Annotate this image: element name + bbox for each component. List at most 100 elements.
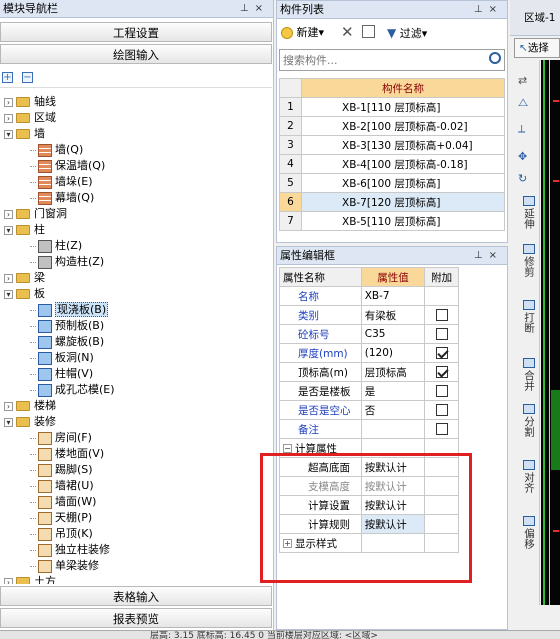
tree-item[interactable]: 单梁装修 — [30, 558, 99, 574]
property-row[interactable]: 是否是空心否 — [279, 400, 459, 420]
tree-item[interactable]: 成孔芯模(E) — [30, 382, 115, 398]
collapse-all-icon[interactable]: − — [22, 72, 33, 83]
tree-item[interactable]: 幕墙(Q) — [30, 190, 94, 206]
collapse-toggle-icon[interactable]: ▾ — [4, 225, 13, 235]
attach-checkbox[interactable] — [435, 347, 448, 359]
tree-item[interactable]: 柱(Z) — [30, 238, 82, 254]
property-row[interactable]: 名称 XB-7 — [279, 286, 459, 306]
tree-item[interactable]: 天棚(P) — [30, 510, 92, 526]
tree-folder[interactable]: › 轴线 — [4, 94, 56, 110]
tree-item[interactable]: 构造柱(Z) — [30, 254, 104, 270]
table-input-button[interactable]: 表格输入 — [0, 586, 272, 606]
attach-checkbox[interactable] — [435, 309, 448, 321]
drawing-canvas[interactable] — [541, 60, 560, 605]
collapse-toggle-icon[interactable]: ▾ — [4, 289, 13, 299]
component-row[interactable]: 3 XB-3[130 层顶标高+0.04] — [279, 135, 505, 155]
tree-item[interactable]: 楼地面(V) — [30, 446, 104, 462]
expand-toggle-icon[interactable]: › — [4, 209, 13, 219]
mirror-axis-icon[interactable]: ⧍ — [518, 96, 528, 110]
tree-folder[interactable]: › 梁 — [4, 270, 45, 286]
edit-tool-button[interactable]: 对齐 — [518, 460, 540, 493]
property-value[interactable]: 层顶标高 — [360, 362, 426, 382]
mirror-vertical-icon[interactable]: ⟂ — [518, 122, 525, 136]
expand-toggle-icon[interactable]: › — [4, 401, 13, 411]
tree-folder[interactable]: ▾ 墙 — [4, 126, 45, 142]
expand-all-icon[interactable]: + — [2, 72, 13, 83]
delete-icon[interactable]: ✕ — [341, 23, 354, 41]
expand-toggle-icon[interactable]: › — [4, 113, 13, 123]
project-settings-button[interactable]: 工程设置 — [0, 22, 272, 42]
report-preview-button[interactable]: 报表预览 — [0, 608, 272, 628]
search-icon[interactable] — [489, 52, 501, 64]
property-row[interactable]: 砼标号 C35 — [279, 324, 459, 344]
property-value[interactable] — [360, 419, 426, 439]
edit-tool-button[interactable]: 分割 — [518, 404, 540, 437]
tree-folder[interactable]: ▾ 装修 — [4, 414, 56, 430]
tree-folder[interactable]: ▾ 柱 — [4, 222, 45, 238]
tree-item[interactable]: 柱帽(V) — [30, 366, 93, 382]
edit-tool-button[interactable]: 偏移 — [518, 516, 540, 549]
property-value[interactable]: 否 — [360, 400, 426, 420]
collapse-toggle-icon[interactable]: ▾ — [4, 129, 13, 139]
edit-tool-button[interactable]: 延伸 — [518, 196, 540, 229]
collapse-toggle-icon[interactable]: − — [283, 444, 292, 453]
property-value[interactable]: C35 — [360, 324, 426, 344]
new-component-button[interactable]: 新建▾ — [281, 25, 324, 41]
component-row[interactable]: 2 XB-2[100 层顶标高-0.02] — [279, 116, 505, 136]
property-row[interactable]: 类别 有梁板 — [279, 305, 459, 325]
panel-pin-close-icons[interactable]: ⊥× — [474, 1, 503, 19]
tree-item[interactable]: 预制板(B) — [30, 318, 104, 334]
tree-item[interactable]: 墙裙(U) — [30, 478, 94, 494]
property-value[interactable]: XB-7 — [360, 286, 426, 306]
tree-item[interactable]: 独立柱装修 — [30, 542, 110, 558]
move-icon[interactable]: ✥ — [518, 150, 527, 163]
component-row[interactable]: 6 XB-7[120 层顶标高] — [279, 192, 505, 212]
property-row[interactable]: 顶标高(m) 层顶标高 — [279, 362, 459, 382]
attach-checkbox[interactable] — [435, 385, 448, 397]
collapse-toggle-icon[interactable]: ▾ — [4, 417, 13, 427]
attach-checkbox[interactable] — [435, 423, 448, 435]
mirror-icon[interactable]: ⇄ — [518, 74, 527, 87]
filter-button[interactable]: ▼ 过滤▾ — [387, 25, 427, 41]
drawing-input-button[interactable]: 绘图输入 — [0, 44, 272, 64]
select-button[interactable]: ↖选择 — [514, 38, 560, 58]
panel-pin-close-icons[interactable]: ⊥× — [474, 247, 503, 265]
component-search-input[interactable] — [280, 50, 480, 70]
attach-checkbox[interactable] — [435, 366, 448, 378]
property-value[interactable]: (120) — [360, 343, 426, 363]
tree-item[interactable]: 保温墙(Q) — [30, 158, 105, 174]
rotate-icon[interactable]: ↻ — [518, 172, 527, 185]
edit-tool-button[interactable]: 合并 — [518, 358, 540, 391]
expand-toggle-icon[interactable]: › — [4, 577, 13, 584]
property-value[interactable]: 是 — [360, 381, 426, 401]
edit-tool-button[interactable]: 打断 — [518, 300, 540, 333]
component-row[interactable]: 5 XB-6[100 层顶标高] — [279, 173, 505, 193]
tree-item[interactable]: 踢脚(S) — [30, 462, 93, 478]
tree-folder[interactable]: › 区域 — [4, 110, 56, 126]
component-row[interactable]: 4 XB-4[100 层顶标高-0.18] — [279, 154, 505, 174]
tree-item[interactable]: 墙(Q) — [30, 142, 83, 158]
tree-item[interactable]: 墙面(W) — [30, 494, 96, 510]
copy-icon[interactable] — [362, 25, 375, 38]
tree-item[interactable]: 螺旋板(B) — [30, 334, 104, 350]
tree-item[interactable]: 墙垛(E) — [30, 174, 93, 190]
property-row[interactable]: 是否是楼板是 — [279, 381, 459, 401]
attach-checkbox[interactable] — [435, 404, 448, 416]
property-value[interactable]: 有梁板 — [360, 305, 426, 325]
tree-item[interactable]: 吊顶(K) — [30, 526, 93, 542]
tree-folder[interactable]: › 门窗洞 — [4, 206, 67, 222]
canvas-tab[interactable]: 区域-1 — [524, 10, 555, 25]
tree-folder[interactable]: ▾ 板 — [4, 286, 45, 302]
tree-folder[interactable]: › 楼梯 — [4, 398, 56, 414]
edit-tool-button[interactable]: 修剪 — [518, 244, 540, 277]
panel-pin-close-icons[interactable]: ⊥× — [240, 0, 269, 18]
attach-checkbox[interactable] — [435, 328, 448, 340]
component-row[interactable]: 1 XB-1[110 层顶标高] — [279, 97, 505, 117]
tree-item[interactable]: 板洞(N) — [30, 350, 94, 366]
expand-toggle-icon[interactable]: › — [4, 273, 13, 283]
property-row[interactable]: 厚度(mm) (120) — [279, 343, 459, 363]
expand-toggle-icon[interactable]: › — [4, 97, 13, 107]
tree-item[interactable]: 房间(F) — [30, 430, 92, 446]
component-row[interactable]: 7 XB-5[110 层顶标高] — [279, 211, 505, 231]
property-row[interactable]: 备注 — [279, 419, 459, 439]
